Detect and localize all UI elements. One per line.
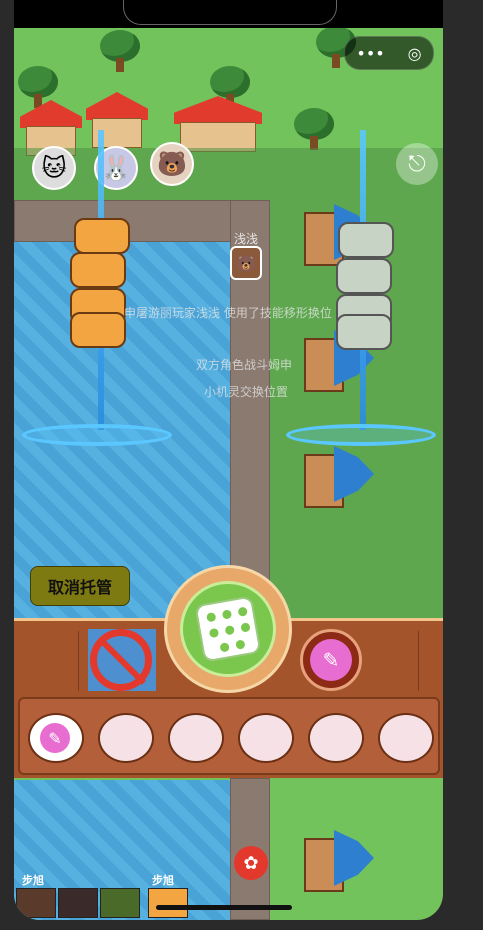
disabled-item-slot[interactable] <box>88 629 156 691</box>
game-piece-orange[interactable] <box>70 252 126 288</box>
battle-message: 申屠游丽玩家浅浅 使用了技能移形换位 <box>124 306 332 320</box>
bottom-name-label: 步旭 <box>152 874 174 887</box>
game-piece-orange[interactable] <box>70 312 126 348</box>
more-icon[interactable]: ••• <box>356 44 384 63</box>
feather-icon: ✎ <box>40 723 70 753</box>
card-slot[interactable] <box>238 713 294 763</box>
dice-ring <box>180 581 276 677</box>
card-slot[interactable] <box>98 713 154 763</box>
mini-tile <box>16 888 56 918</box>
teleport-ring <box>22 424 172 446</box>
battle-message: 小机灵交换位置 <box>204 385 289 399</box>
mini-tile <box>58 888 98 918</box>
blue-house <box>304 446 374 510</box>
card-slot[interactable]: ✎ <box>28 713 84 763</box>
player-avatar-bear[interactable]: 🐻 <box>150 142 194 186</box>
card-slot[interactable] <box>308 713 364 763</box>
tree <box>294 108 334 152</box>
game-piece-gray[interactable] <box>338 222 394 258</box>
red-house <box>174 96 262 152</box>
game-piece-orange[interactable] <box>74 218 130 254</box>
card-slot[interactable] <box>378 713 434 763</box>
player-piece-bear[interactable]: 🐻 <box>230 246 262 280</box>
player-avatar-cat[interactable]: 🐱 <box>32 146 76 190</box>
game-screen: 🐱 🐰 🐻 浅浅 🐻 申屠游丽玩家浅浅 使用了技能移形换位 双方角色战斗姆申 小… <box>14 0 443 920</box>
card-slot[interactable] <box>168 713 224 763</box>
skill-button[interactable]: ✎ <box>300 629 362 691</box>
battle-message: 双方角色战斗姆申 <box>196 358 293 372</box>
slot <box>14 631 79 691</box>
player-name-tag: 浅浅 <box>234 232 259 246</box>
dice-icon <box>194 595 262 663</box>
slot <box>354 631 419 691</box>
mini-tile <box>148 888 188 918</box>
flower-icon[interactable]: ✿ <box>234 846 268 880</box>
bottom-name-label: 步旭 <box>22 874 44 887</box>
game-piece-gray[interactable] <box>336 314 392 350</box>
target-icon[interactable]: ◎ <box>408 44 422 63</box>
forbidden-icon <box>90 629 152 691</box>
home-indicator <box>156 905 292 910</box>
mini-tile <box>100 888 140 918</box>
tree <box>100 30 140 74</box>
mini-program-capsule[interactable]: ••• ◎ <box>344 36 434 70</box>
teleport-ring <box>286 424 436 446</box>
card-tray: ✎ <box>18 697 440 775</box>
roll-dice-button[interactable] <box>164 565 292 693</box>
cancel-auto-button[interactable]: 取消托管 <box>30 566 130 606</box>
red-house <box>86 92 148 148</box>
blue-house <box>304 830 374 894</box>
device-notch <box>123 0 337 25</box>
game-piece-gray[interactable] <box>336 258 392 294</box>
exit-icon[interactable]: ⎋ <box>396 143 438 185</box>
feather-icon: ✎ <box>310 639 352 681</box>
